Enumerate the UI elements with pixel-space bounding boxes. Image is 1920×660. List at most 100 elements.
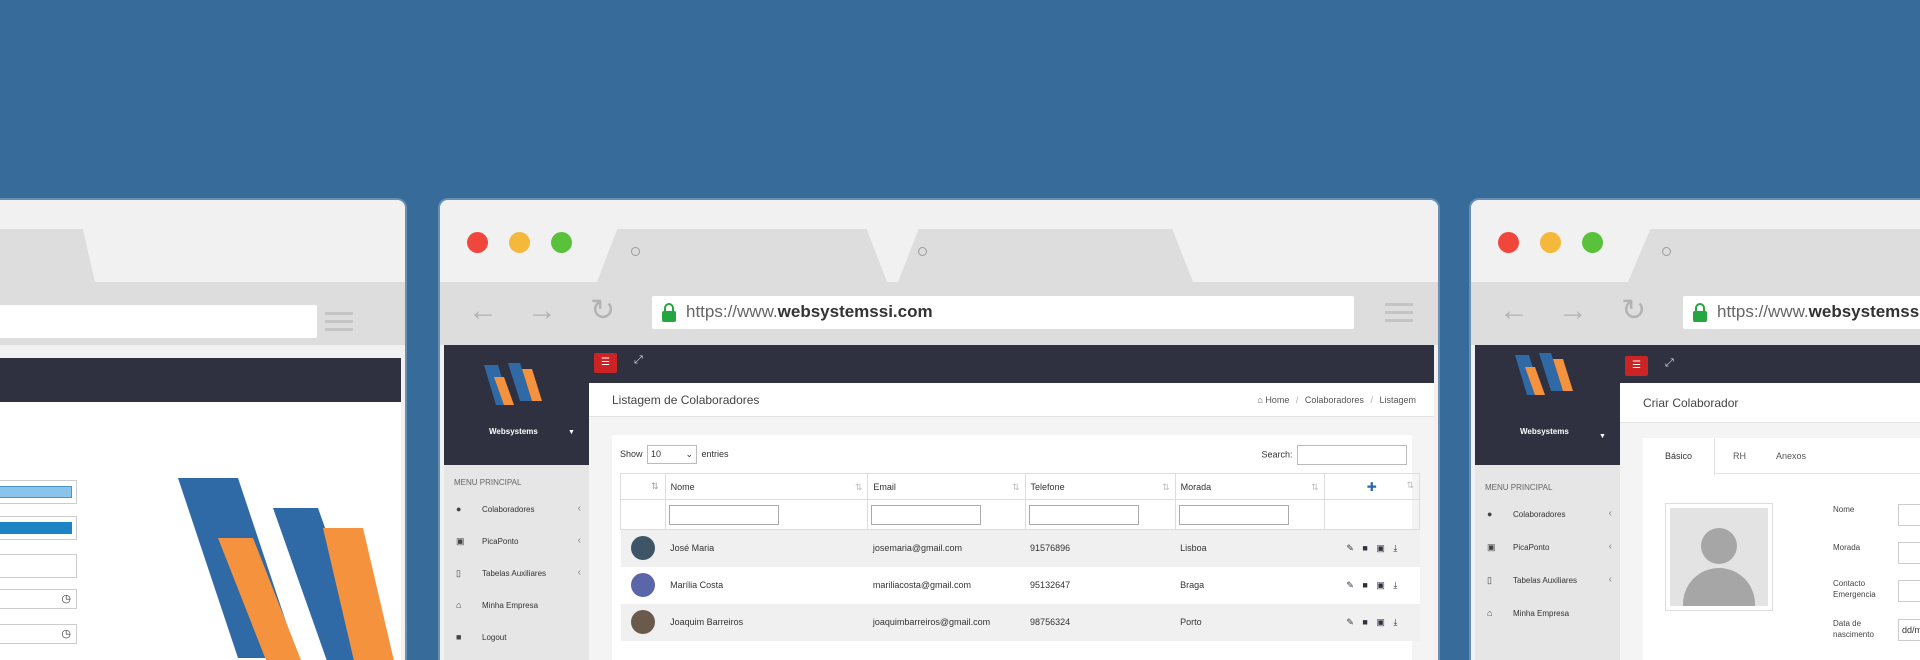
maximize-window-icon[interactable] [551, 232, 572, 253]
tab-rh[interactable]: RH [1733, 451, 1746, 461]
tab-strip [440, 200, 1438, 282]
sidebar-item-tabelas-auxiliares[interactable]: ▯ Tabelas Auxiliares ‹ [1475, 566, 1620, 596]
morada-input[interactable] [1898, 542, 1920, 564]
menu-toggle-button[interactable]: ☰ [594, 353, 617, 373]
form-tabs: Básico RH Anexos [1643, 438, 1920, 475]
breadcrumb-section[interactable]: Colaboradores [1305, 395, 1364, 405]
center-browser-window: ← → ↻ https://www.websystemssi.com Websy… [440, 200, 1438, 660]
column-email-header[interactable]: Email ⇅ [867, 473, 1026, 500]
close-window-icon[interactable] [1498, 232, 1519, 253]
calendar-icon: ▣ [1487, 542, 1496, 552]
menu-toggle-button[interactable]: ☰ [1625, 356, 1648, 376]
entries-select[interactable]: 10 ⌄ [647, 445, 698, 464]
reload-icon[interactable]: ↻ [1621, 296, 1646, 326]
nome-input[interactable] [1898, 504, 1920, 526]
sort-icon: ⇅ [1012, 481, 1020, 492]
table-row[interactable]: José Maria josemaria@gmail.com 91576896 … [620, 529, 1420, 567]
add-colaborador-header[interactable]: ✚ ⇅ [1323, 473, 1421, 500]
left-input-2[interactable] [0, 516, 77, 540]
browser-tab[interactable] [0, 229, 95, 282]
sidebar-item-picaponto[interactable]: ▣ PicaPonto ‹ [1475, 533, 1620, 563]
avatar [630, 573, 655, 597]
download-icon[interactable]: ⤓ [1393, 617, 1397, 627]
sidebar-item-minha-empresa[interactable]: ⌂ Minha Empresa [1475, 599, 1620, 629]
filter-email-input[interactable] [871, 504, 982, 525]
chevron-left-icon: ‹ [577, 503, 581, 514]
left-input-1-fill [0, 486, 72, 498]
sidebar-item-picaponto[interactable]: ▣ PicaPonto ‹ [444, 527, 589, 557]
edit-icon[interactable]: ✎ [1346, 580, 1354, 590]
column-nome-header[interactable]: Nome ⇅ [664, 473, 869, 500]
download-icon[interactable]: ⤓ [1393, 580, 1397, 590]
fullscreen-icon[interactable]: ⤢ [634, 354, 643, 367]
sidebar-item-colaboradores[interactable]: ● Colaboradores ‹ [444, 495, 589, 525]
delete-icon[interactable]: ■ [1362, 580, 1367, 590]
profile-photo-placeholder[interactable] [1665, 503, 1773, 611]
app-area: Websystems ▼ MENU PRINCIPAL ● Colaborado… [444, 345, 1434, 660]
delete-icon[interactable]: ■ [1362, 543, 1367, 553]
delete-icon[interactable]: ■ [1362, 617, 1367, 627]
user-caret-icon[interactable]: ▼ [568, 429, 575, 436]
column-morada-header[interactable]: Morada ⇅ [1174, 473, 1325, 500]
filter-telefone-input[interactable] [1028, 504, 1139, 525]
tab-basico[interactable]: Básico [1643, 438, 1715, 475]
app-area: Websystems ▼ MENU PRINCIPAL ● Colaborado… [1475, 345, 1920, 660]
chevron-down-icon: ⌄ [685, 449, 694, 459]
user-caret-icon[interactable]: ▼ [1599, 433, 1606, 440]
sidebar-item-colaboradores[interactable]: ● Colaboradores ‹ [1475, 500, 1620, 530]
minimize-window-icon[interactable] [509, 232, 530, 253]
edit-icon[interactable]: ✎ [1346, 543, 1354, 553]
download-icon[interactable]: ⤓ [1393, 543, 1397, 553]
left-input-3[interactable] [0, 554, 77, 578]
table-row[interactable]: Joaquim Barreiros joaquimbarreiros@gmail… [620, 603, 1420, 641]
browser-menu-icon[interactable] [1385, 303, 1413, 323]
add-icon[interactable]: ✚ [1367, 480, 1377, 494]
address-bar[interactable]: https://www.websystemssi.com [652, 296, 1354, 329]
filter-row [620, 499, 1421, 530]
reload-icon[interactable]: ↻ [590, 296, 615, 326]
forward-arrow-icon[interactable]: → [1558, 296, 1588, 326]
browser-tab-active[interactable] [1628, 229, 1920, 282]
filter-morada-input[interactable] [1178, 504, 1289, 525]
table-row[interactable]: Marília Costa mariliacosta@gmail.com 951… [620, 566, 1420, 604]
browser-tab-active[interactable] [597, 229, 887, 282]
calendar-icon[interactable]: ▣ [1376, 543, 1385, 553]
address-bar[interactable] [0, 305, 317, 338]
calendar-icon[interactable]: ▣ [1376, 617, 1385, 627]
browser-tab[interactable] [898, 229, 1193, 282]
tab-close-icon[interactable] [918, 247, 927, 256]
contacto-emergencia-input[interactable] [1898, 580, 1920, 602]
breadcrumb-home[interactable]: Home [1265, 395, 1289, 405]
back-arrow-icon[interactable]: ← [1499, 296, 1529, 326]
address-bar[interactable]: https://www.websystemssi.c [1683, 296, 1920, 329]
data-nascimento-input[interactable]: dd/mm [1898, 619, 1920, 641]
tab-close-icon[interactable] [1662, 247, 1671, 256]
filter-nome-input[interactable] [668, 504, 779, 525]
left-time-input-1[interactable]: ◷ [0, 589, 77, 609]
minimize-window-icon[interactable] [1540, 232, 1561, 253]
column-telefone-header[interactable]: Telefone ⇅ [1024, 473, 1176, 500]
tab-anexos[interactable]: Anexos [1776, 451, 1806, 461]
sidebar-item-minha-empresa[interactable]: ⌂ Minha Empresa [444, 591, 589, 621]
close-window-icon[interactable] [467, 232, 488, 253]
fullscreen-icon[interactable]: ⤢ [1665, 357, 1674, 370]
chevron-left-icon: ‹ [1608, 508, 1612, 519]
maximize-window-icon[interactable] [1582, 232, 1603, 253]
tab-close-icon[interactable] [631, 247, 640, 256]
left-time-input-2[interactable]: ◷ [0, 624, 77, 644]
calendar-icon[interactable]: ▣ [1376, 580, 1385, 590]
browser-menu-icon[interactable] [325, 312, 353, 332]
sidebar-item-tabelas-auxiliares[interactable]: ▯ Tabelas Auxiliares ‹ [444, 559, 589, 589]
left-input-1[interactable] [0, 480, 77, 504]
home-icon: ⌂ [1487, 608, 1493, 618]
clock-icon: ◷ [61, 593, 71, 605]
column-avatar-header[interactable]: ⇅ [620, 473, 666, 500]
brand-name: Websystems [1520, 427, 1569, 436]
label-data-nascimento: Data de nascimento [1833, 619, 1874, 639]
search-input[interactable] [1297, 445, 1407, 465]
forward-arrow-icon[interactable]: → [527, 296, 557, 326]
back-arrow-icon[interactable]: ← [468, 296, 498, 326]
websystems-logo-icon [178, 478, 394, 660]
edit-icon[interactable]: ✎ [1346, 617, 1354, 627]
sidebar-item-logout[interactable]: ■ Logout [444, 623, 589, 653]
